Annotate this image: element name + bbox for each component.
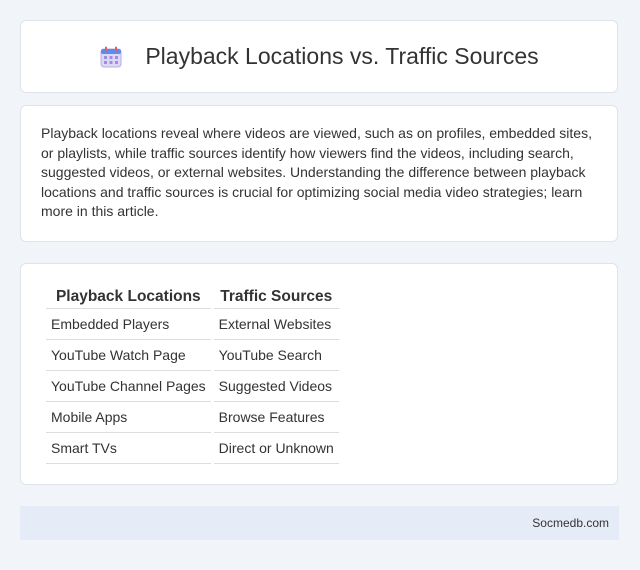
column-header-traffic-sources: Traffic Sources [213, 284, 339, 309]
table-cell: Suggested Videos [213, 371, 339, 402]
table-cell: YouTube Watch Page [46, 340, 211, 371]
table-row: YouTube Channel Pages Suggested Videos [46, 371, 339, 402]
page-title: Playback Locations vs. Traffic Sources [145, 43, 539, 69]
table-row: Embedded Players External Websites [46, 309, 339, 340]
footer-site-name[interactable]: Socmedb.com [532, 516, 609, 530]
table-row: YouTube Watch Page YouTube Search [46, 340, 339, 371]
comparison-table-card: Playback Locations Traffic Sources Embed… [20, 263, 618, 485]
table-row: Smart TVs Direct or Unknown [46, 433, 339, 464]
table-row: Mobile Apps Browse Features [46, 402, 339, 433]
table-cell: Direct or Unknown [213, 433, 339, 464]
table-cell: Browse Features [213, 402, 339, 433]
title-card: Playback Locations vs. Traffic Sources [20, 20, 618, 93]
intro-paragraph: Playback locations reveal where videos a… [41, 125, 592, 219]
table-cell: YouTube Search [213, 340, 339, 371]
table-header-row: Playback Locations Traffic Sources [46, 284, 339, 309]
table-cell: External Websites [213, 309, 339, 340]
comparison-table: Playback Locations Traffic Sources Embed… [43, 284, 342, 464]
column-header-playback-locations: Playback Locations [46, 284, 211, 309]
calendar-icon [99, 45, 123, 69]
table-cell: Mobile Apps [46, 402, 211, 433]
table-cell: Embedded Players [46, 309, 211, 340]
table-cell: Smart TVs [46, 433, 211, 464]
footer: Socmedb.com [20, 506, 619, 540]
table-cell: YouTube Channel Pages [46, 371, 211, 402]
intro-card: Playback locations reveal where videos a… [20, 105, 618, 242]
